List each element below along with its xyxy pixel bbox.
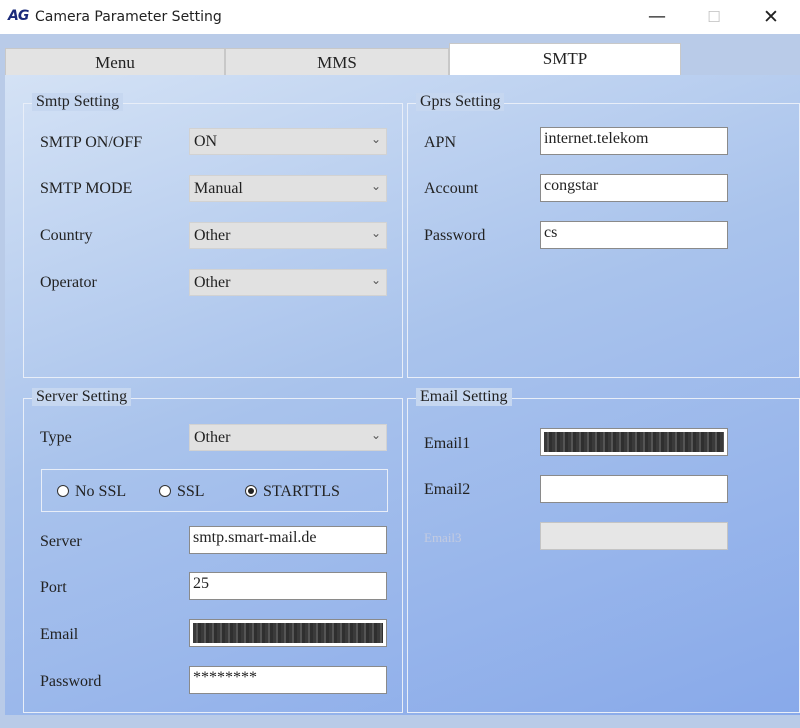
gprs-password-label: Password (424, 227, 486, 244)
chevron-down-icon: ⌄ (370, 226, 381, 240)
server-setting-group: Server Setting Type Other ⌄ No SSL SSL S… (23, 388, 403, 713)
email-label: Email (40, 626, 79, 643)
email-field[interactable] (189, 619, 387, 647)
server-setting-title: Server Setting (32, 388, 132, 406)
minimize-button[interactable]: — (643, 4, 671, 30)
redacted-block (193, 623, 383, 643)
email1-label: Email1 (424, 435, 471, 452)
chevron-down-icon: ⌄ (370, 273, 381, 287)
email2-field[interactable] (540, 475, 728, 503)
port-label: Port (40, 579, 67, 596)
apn-field[interactable]: internet.telekom (540, 127, 728, 155)
smtp-setting-title: Smtp Setting (32, 93, 124, 111)
email-setting-group: Email Setting Email1 Email2 Email3 (407, 388, 800, 713)
close-button[interactable]: ✕ (757, 4, 785, 30)
smtp-mode-value: Manual (194, 180, 243, 197)
country-label: Country (40, 227, 93, 244)
type-select[interactable]: Other ⌄ (189, 424, 387, 451)
smtp-mode-label: SMTP MODE (40, 180, 133, 197)
smtp-onoff-value: ON (194, 133, 218, 150)
title-bar: AG Camera Parameter Setting — ☐ ✕ (0, 0, 800, 34)
radio-starttls[interactable]: STARTTLS (245, 483, 340, 501)
server-field[interactable]: smtp.smart-mail.de (189, 526, 387, 554)
maximize-button[interactable]: ☐ (700, 4, 728, 30)
email3-label: Email3 (424, 530, 462, 545)
gprs-setting-group: Gprs Setting APN internet.telekom Accoun… (407, 93, 800, 378)
port-field[interactable]: 25 (189, 572, 387, 600)
chevron-down-icon: ⌄ (370, 179, 381, 193)
operator-value: Other (194, 274, 231, 291)
radio-no-ssl[interactable]: No SSL (57, 483, 126, 501)
operator-select[interactable]: Other ⌄ (189, 269, 387, 296)
app-logo-icon: AG (8, 8, 29, 24)
tab-mms[interactable]: MMS (225, 48, 449, 76)
apn-label: APN (424, 134, 457, 151)
smtp-onoff-select[interactable]: ON ⌄ (189, 128, 387, 155)
radio-circle-icon (159, 485, 171, 497)
server-label: Server (40, 533, 82, 550)
server-password-label: Password (40, 673, 102, 690)
chevron-down-icon: ⌄ (370, 132, 381, 146)
server-password-field[interactable]: ******** (189, 666, 387, 694)
email-setting-title: Email Setting (416, 388, 512, 406)
type-value: Other (194, 429, 231, 446)
ssl-option-group: No SSL SSL STARTTLS (41, 469, 388, 512)
email1-field[interactable] (540, 428, 728, 456)
redacted-block (544, 432, 724, 452)
radio-circle-icon (57, 485, 69, 497)
chevron-down-icon: ⌄ (370, 428, 381, 442)
radio-selected-icon (245, 485, 257, 497)
operator-label: Operator (40, 274, 97, 291)
email3-field (540, 522, 728, 550)
radio-no-ssl-label: No SSL (75, 483, 127, 500)
radio-ssl[interactable]: SSL (159, 483, 205, 501)
smtp-panel: Smtp Setting SMTP ON/OFF ON ⌄ SMTP MODE … (5, 75, 800, 715)
tab-smtp[interactable]: SMTP (449, 43, 681, 77)
smtp-mode-select[interactable]: Manual ⌄ (189, 175, 387, 202)
account-label: Account (424, 180, 479, 197)
radio-starttls-label: STARTTLS (263, 483, 340, 500)
country-select[interactable]: Other ⌄ (189, 222, 387, 249)
radio-ssl-label: SSL (177, 483, 205, 500)
window-title: Camera Parameter Setting (35, 9, 222, 25)
type-label: Type (40, 429, 72, 446)
smtp-setting-group: Smtp Setting SMTP ON/OFF ON ⌄ SMTP MODE … (23, 93, 403, 378)
smtp-onoff-label: SMTP ON/OFF (40, 134, 143, 151)
client-area: Menu MMS SMTP Smtp Setting SMTP ON/OFF O… (0, 34, 800, 728)
country-value: Other (194, 227, 231, 244)
gprs-password-field[interactable]: cs (540, 221, 728, 249)
gprs-setting-title: Gprs Setting (416, 93, 505, 111)
tab-menu[interactable]: Menu (5, 48, 225, 76)
email2-label: Email2 (424, 481, 471, 498)
account-field[interactable]: congstar (540, 174, 728, 202)
